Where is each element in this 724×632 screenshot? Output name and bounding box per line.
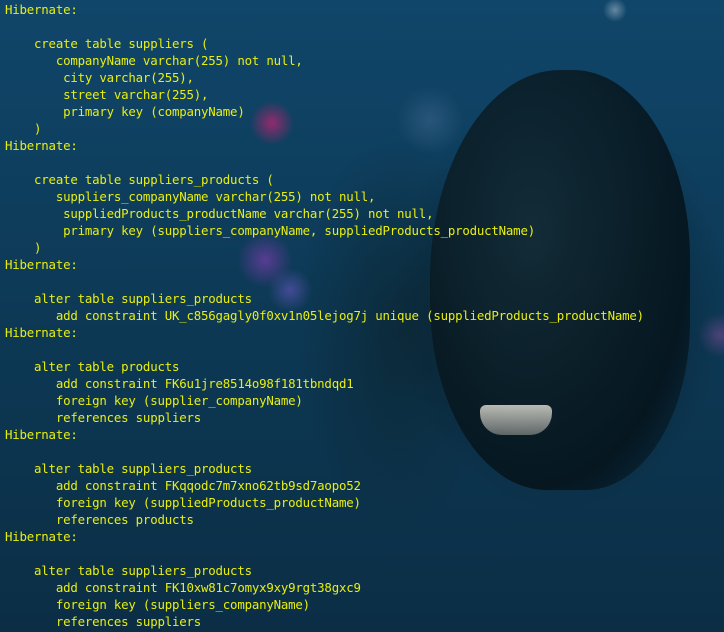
terminal-line: add constraint UK_c856gagly0f0xv1n05lejo…: [5, 308, 644, 323]
terminal-line: foreign key (suppliers_companyName): [5, 597, 310, 612]
terminal-line: references suppliers: [5, 614, 202, 629]
terminal-line: alter table suppliers_products: [5, 563, 252, 578]
terminal-line: ): [5, 121, 42, 136]
terminal-line: companyName varchar(255) not null,: [5, 53, 303, 68]
terminal-line: add constraint FKqqodc7m7xno62tb9sd7aopo…: [5, 478, 361, 493]
terminal-line: add constraint FK10xw81c7omyx9xy9rgt38gx…: [5, 580, 361, 595]
terminal-line: foreign key (suppliedProducts_productNam…: [5, 495, 361, 510]
terminal-line: references suppliers: [5, 410, 202, 425]
terminal-line: primary key (companyName): [5, 104, 245, 119]
terminal-line: foreign key (supplier_companyName): [5, 393, 303, 408]
terminal-line: Hibernate:: [5, 138, 78, 153]
terminal-line: add constraint FK6u1jre8514o98f181tbndqd…: [5, 376, 354, 391]
terminal-line: Hibernate:: [5, 257, 78, 272]
terminal-line: street varchar(255),: [5, 87, 209, 102]
terminal-line: ): [5, 240, 42, 255]
terminal-line: Hibernate:: [5, 2, 78, 17]
terminal-line: create table suppliers_products (: [5, 172, 274, 187]
terminal-line: alter table suppliers_products: [5, 291, 252, 306]
terminal-line: suppliers_companyName varchar(255) not n…: [5, 189, 376, 204]
terminal-line: Hibernate:: [5, 325, 78, 340]
terminal-line: alter table products: [5, 359, 180, 374]
terminal-line: Hibernate:: [5, 427, 78, 442]
terminal-output[interactable]: Hibernate: create table suppliers ( comp…: [0, 0, 724, 632]
terminal-line: create table suppliers (: [5, 36, 209, 51]
terminal-line: suppliedProducts_productName varchar(255…: [5, 206, 434, 221]
terminal-line: primary key (suppliers_companyName, supp…: [5, 223, 535, 238]
terminal-line: references products: [5, 512, 194, 527]
terminal-line: alter table suppliers_products: [5, 461, 252, 476]
terminal-line: city varchar(255),: [5, 70, 194, 85]
terminal-line: Hibernate:: [5, 529, 78, 544]
